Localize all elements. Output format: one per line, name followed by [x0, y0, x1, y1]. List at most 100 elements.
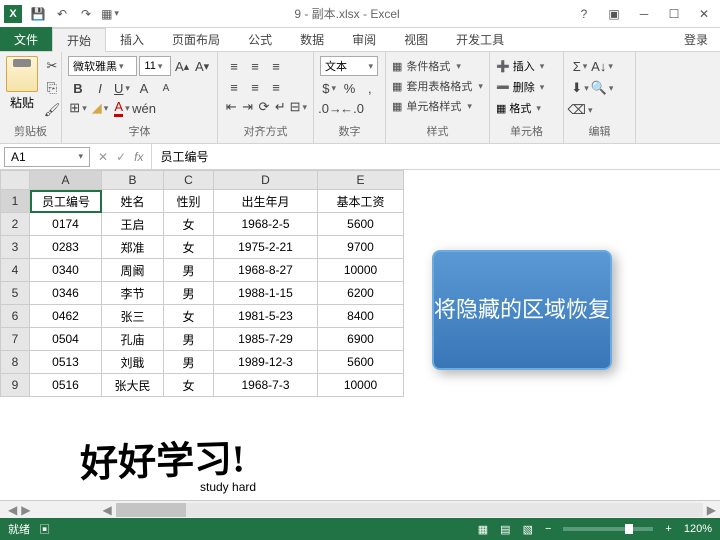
col-header-d[interactable]: D — [214, 170, 318, 190]
cell[interactable]: 0504 — [30, 328, 102, 351]
increase-decimal-icon[interactable]: .0→ — [320, 98, 340, 118]
align-middle-icon[interactable]: ≡ — [245, 56, 265, 76]
conditional-format-button[interactable]: ▦ 条件格式▾ — [392, 56, 483, 76]
sort-icon[interactable]: A↓▾ — [592, 56, 612, 76]
format-cells-button[interactable]: ▦ 格式▾ — [496, 98, 557, 118]
cut-icon[interactable]: ✂ — [42, 56, 62, 76]
increase-indent-icon[interactable]: ⇥ — [240, 97, 254, 117]
cell[interactable]: 9700 — [318, 236, 404, 259]
zoom-in-icon[interactable]: + — [665, 523, 671, 535]
cell[interactable]: 5600 — [318, 351, 404, 374]
font-size-down-icon[interactable]: A — [156, 78, 176, 98]
cell[interactable]: 姓名 — [102, 190, 164, 213]
cell[interactable]: 周阚 — [102, 259, 164, 282]
close-icon[interactable]: ✕ — [696, 6, 712, 22]
row-header[interactable]: 5 — [0, 282, 30, 305]
save-icon[interactable]: 💾 — [30, 6, 46, 22]
name-box[interactable]: A1▾ — [4, 147, 90, 167]
percent-icon[interactable]: % — [340, 78, 358, 98]
font-size-select[interactable]: 11▾ — [139, 56, 171, 76]
fx-icon[interactable]: fx — [134, 150, 143, 164]
insert-cells-button[interactable]: ➕ 插入▾ — [496, 56, 557, 76]
tab-view[interactable]: 视图 — [390, 27, 442, 51]
format-painter-icon[interactable]: 🖌 — [42, 100, 62, 120]
row-header[interactable]: 8 — [0, 351, 30, 374]
cell[interactable]: 1989-12-3 — [214, 351, 318, 374]
align-left-icon[interactable]: ≡ — [224, 77, 244, 97]
clear-icon[interactable]: ⌫▾ — [570, 100, 590, 120]
cell[interactable]: 1968-7-3 — [214, 374, 318, 397]
tab-home[interactable]: 开始 — [52, 28, 106, 52]
col-header-b[interactable]: B — [102, 170, 164, 190]
cell[interactable]: 8400 — [318, 305, 404, 328]
phonetic-icon[interactable]: wén — [134, 98, 154, 118]
decrease-font-icon[interactable]: A▾ — [193, 56, 211, 76]
cell[interactable]: 女 — [164, 374, 214, 397]
cell[interactable]: 10000 — [318, 374, 404, 397]
view-normal-icon[interactable]: ▦ — [478, 523, 488, 536]
cell[interactable]: 王启 — [102, 213, 164, 236]
find-icon[interactable]: 🔍▾ — [592, 78, 612, 98]
redo-icon[interactable]: ↷ — [78, 6, 94, 22]
select-all-corner[interactable] — [0, 170, 30, 190]
underline-button[interactable]: U▾ — [112, 78, 132, 98]
cell[interactable]: 0174 — [30, 213, 102, 236]
worksheet[interactable]: A B C D E 1员工编号姓名性别出生年月基本工资20174王启女1968-… — [0, 170, 720, 470]
decrease-indent-icon[interactable]: ⇤ — [224, 97, 238, 117]
cell[interactable]: 李节 — [102, 282, 164, 305]
cell[interactable]: 1981-5-23 — [214, 305, 318, 328]
cell[interactable]: 员工编号 — [30, 190, 102, 213]
decrease-decimal-icon[interactable]: ←.0 — [342, 98, 362, 118]
cell[interactable]: 0462 — [30, 305, 102, 328]
cell[interactable]: 10000 — [318, 259, 404, 282]
tab-layout[interactable]: 页面布局 — [158, 27, 234, 51]
cell[interactable]: 1985-7-29 — [214, 328, 318, 351]
cell[interactable]: 性别 — [164, 190, 214, 213]
cell[interactable]: 0513 — [30, 351, 102, 374]
cell[interactable]: 孔庙 — [102, 328, 164, 351]
currency-icon[interactable]: $▾ — [320, 78, 338, 98]
zoom-out-icon[interactable]: − — [545, 523, 551, 535]
cell[interactable]: 男 — [164, 282, 214, 305]
tab-review[interactable]: 审阅 — [338, 27, 390, 51]
cell[interactable]: 1975-2-21 — [214, 236, 318, 259]
cell[interactable]: 5600 — [318, 213, 404, 236]
wrap-text-icon[interactable]: ↵ — [273, 97, 287, 117]
enter-formula-icon[interactable]: ✓ — [116, 150, 126, 164]
delete-cells-button[interactable]: ➖ 删除▾ — [496, 77, 557, 97]
merge-icon[interactable]: ⊟▾ — [290, 97, 307, 117]
row-header[interactable]: 9 — [0, 374, 30, 397]
cell[interactable]: 0346 — [30, 282, 102, 305]
align-center-icon[interactable]: ≡ — [245, 77, 265, 97]
qat-customize-icon[interactable]: ▦▾ — [102, 6, 118, 22]
copy-icon[interactable]: ⎘ — [42, 78, 62, 98]
cell[interactable]: 张大民 — [102, 374, 164, 397]
cell[interactable]: 6200 — [318, 282, 404, 305]
cell[interactable]: 男 — [164, 259, 214, 282]
cell[interactable]: 6900 — [318, 328, 404, 351]
help-icon[interactable]: ? — [576, 6, 592, 22]
paste-button[interactable]: 粘贴 — [6, 56, 38, 111]
maximize-icon[interactable]: ☐ — [666, 6, 682, 22]
format-as-table-button[interactable]: ▦ 套用表格格式▾ — [392, 76, 483, 96]
tab-developer[interactable]: 开发工具 — [442, 27, 518, 51]
minimize-icon[interactable]: ─ — [636, 6, 652, 22]
row-header[interactable]: 1 — [0, 190, 30, 213]
border-button[interactable]: ⊞▾ — [68, 98, 88, 118]
cell[interactable]: 女 — [164, 213, 214, 236]
font-color-button[interactable]: A▾ — [112, 98, 132, 118]
fill-icon[interactable]: ⬇▾ — [570, 78, 590, 98]
row-header[interactable]: 6 — [0, 305, 30, 328]
tab-file[interactable]: 文件 — [0, 27, 52, 51]
cell[interactable]: 0516 — [30, 374, 102, 397]
cell[interactable]: 张三 — [102, 305, 164, 328]
row-header[interactable]: 3 — [0, 236, 30, 259]
cell[interactable]: 0340 — [30, 259, 102, 282]
cancel-formula-icon[interactable]: ✕ — [98, 150, 108, 164]
tab-insert[interactable]: 插入 — [106, 27, 158, 51]
zoom-level[interactable]: 120% — [684, 523, 712, 535]
bold-button[interactable]: B — [68, 78, 88, 98]
cell-styles-button[interactable]: ▦ 单元格样式▾ — [392, 96, 483, 116]
formula-bar[interactable]: 员工编号 — [152, 148, 720, 165]
sheet-nav-next-icon[interactable]: ▶ — [21, 503, 30, 517]
